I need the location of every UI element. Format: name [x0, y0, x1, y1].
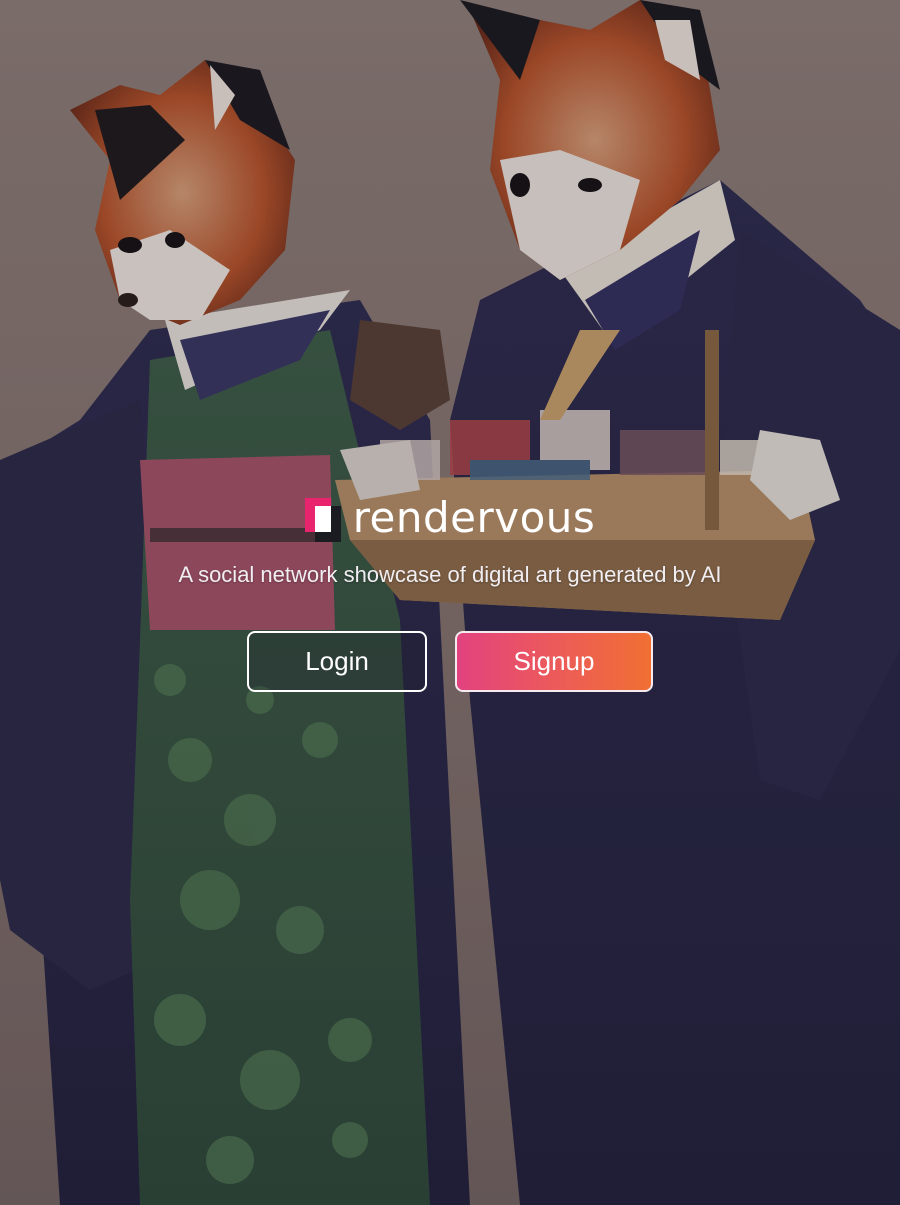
brand-name: rendervous	[352, 493, 596, 542]
login-button[interactable]: Login	[247, 631, 427, 692]
signup-button[interactable]: Signup	[455, 631, 653, 692]
rendervous-logo-icon	[304, 498, 341, 542]
hero-section: rendervous A social network showcase of …	[0, 490, 900, 692]
auth-actions: Login Signup	[0, 631, 900, 692]
brand-logo[interactable]: rendervous	[304, 490, 596, 550]
tagline: A social network showcase of digital art…	[178, 562, 722, 587]
landing-page: rendervous A social network showcase of …	[0, 0, 900, 1205]
